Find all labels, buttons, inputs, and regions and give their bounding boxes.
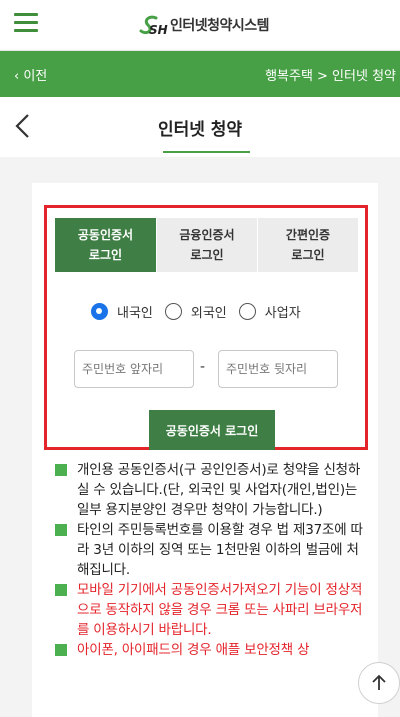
breadcrumb: 행복주택 > 인터넷 청약 bbox=[265, 69, 396, 84]
certificate-login-button[interactable]: 공동인증서 로그인 bbox=[149, 410, 275, 450]
green-square-bullet-icon bbox=[55, 584, 67, 596]
notice-text: 개인용 공동인증서(구 공인인증서)로 청약을 신청하실 수 있습니다.(단, … bbox=[77, 462, 361, 518]
sh-logo-icon: SH bbox=[139, 15, 168, 37]
radio-unchecked-icon[interactable] bbox=[164, 302, 182, 320]
brand-title: 인터넷청약시스템 bbox=[170, 18, 270, 34]
green-square-bullet-icon bbox=[55, 464, 67, 476]
tab-joint-certificate[interactable]: 공동인증서로그인 bbox=[55, 218, 156, 272]
resident-id-back-input[interactable] bbox=[218, 350, 338, 388]
tab-simple-auth[interactable]: 간편인증로그인 bbox=[257, 218, 358, 272]
tab-simple-auth-line1: 간편인증 bbox=[285, 228, 331, 242]
resident-id-dash: - bbox=[200, 359, 206, 375]
tab-joint-certificate-line1: 공동인증서 bbox=[77, 228, 134, 242]
tab-simple-auth-line2: 로그인 bbox=[291, 248, 325, 262]
brand-logo-text: SH bbox=[149, 23, 168, 37]
brand[interactable]: SH 인터넷청약시스템 bbox=[138, 12, 270, 38]
tab-financial-certificate-line1: 금융인증서 bbox=[179, 228, 235, 242]
green-square-bullet-icon bbox=[55, 524, 67, 536]
radio-domestic[interactable]: 내국인 bbox=[91, 302, 153, 321]
tab-joint-certificate-line2: 로그인 bbox=[88, 248, 123, 262]
notice-list: 개인용 공동인증서(구 공인인증서)로 청약을 신청하실 수 있습니다.(단, … bbox=[55, 460, 365, 660]
green-square-bullet-icon bbox=[55, 644, 67, 656]
page-header: 인터넷 청약 bbox=[0, 97, 400, 155]
user-type-radios: 내국인 외국인 사업자 bbox=[91, 300, 313, 322]
radio-business-label: 사업자 bbox=[264, 305, 301, 321]
tab-financial-certificate-line2: 로그인 bbox=[190, 248, 224, 262]
radio-business[interactable]: 사업자 bbox=[238, 302, 301, 321]
hamburger-menu-icon[interactable] bbox=[14, 13, 38, 33]
notice-item-warning: 아이폰, 아이패드의 경우 애플 보안정책 상 bbox=[55, 640, 365, 660]
notice-text: 모바일 기기에서 공동인증서가져오기 기능이 정상적으로 동작하지 않을 경우 … bbox=[77, 582, 363, 638]
login-tabs: 공동인증서로그인 금융인증서로그인 간편인증로그인 bbox=[55, 218, 358, 272]
back-link[interactable]: ‹ 이전 bbox=[14, 65, 47, 84]
notice-item: 개인용 공동인증서(구 공인인증서)로 청약을 신청하실 수 있습니다.(단, … bbox=[55, 460, 365, 520]
notice-item: 타인의 주민등록번호를 이용할 경우 법 제37조에 따라 3년 이하의 징역 … bbox=[55, 520, 365, 580]
top-bar: SH 인터넷청약시스템 bbox=[0, 0, 400, 51]
notice-text: 타인의 주민등록번호를 이용할 경우 법 제37조에 따라 3년 이하의 징역 … bbox=[77, 522, 363, 578]
tab-financial-certificate[interactable]: 금융인증서로그인 bbox=[156, 218, 257, 272]
radio-checked-icon[interactable] bbox=[91, 302, 108, 320]
scroll-to-top-button[interactable] bbox=[358, 662, 400, 704]
notice-text: 아이폰, 아이패드의 경우 애플 보안정책 상 bbox=[77, 642, 310, 658]
page-title: 인터넷 청약 bbox=[157, 120, 243, 140]
radio-foreigner[interactable]: 외국인 bbox=[164, 302, 227, 321]
radio-foreigner-label: 외국인 bbox=[190, 305, 227, 321]
radio-domestic-label: 내국인 bbox=[117, 305, 153, 321]
title-underline bbox=[163, 151, 250, 153]
arrow-up-icon bbox=[372, 674, 386, 690]
notice-item-warning: 모바일 기기에서 공동인증서가져오기 기능이 정상적으로 동작하지 않을 경우 … bbox=[55, 580, 365, 640]
radio-unchecked-icon[interactable] bbox=[238, 302, 256, 320]
nav-bar: ‹ 이전 행복주택 > 인터넷 청약 bbox=[0, 51, 400, 97]
resident-id-front-input[interactable] bbox=[74, 350, 194, 388]
